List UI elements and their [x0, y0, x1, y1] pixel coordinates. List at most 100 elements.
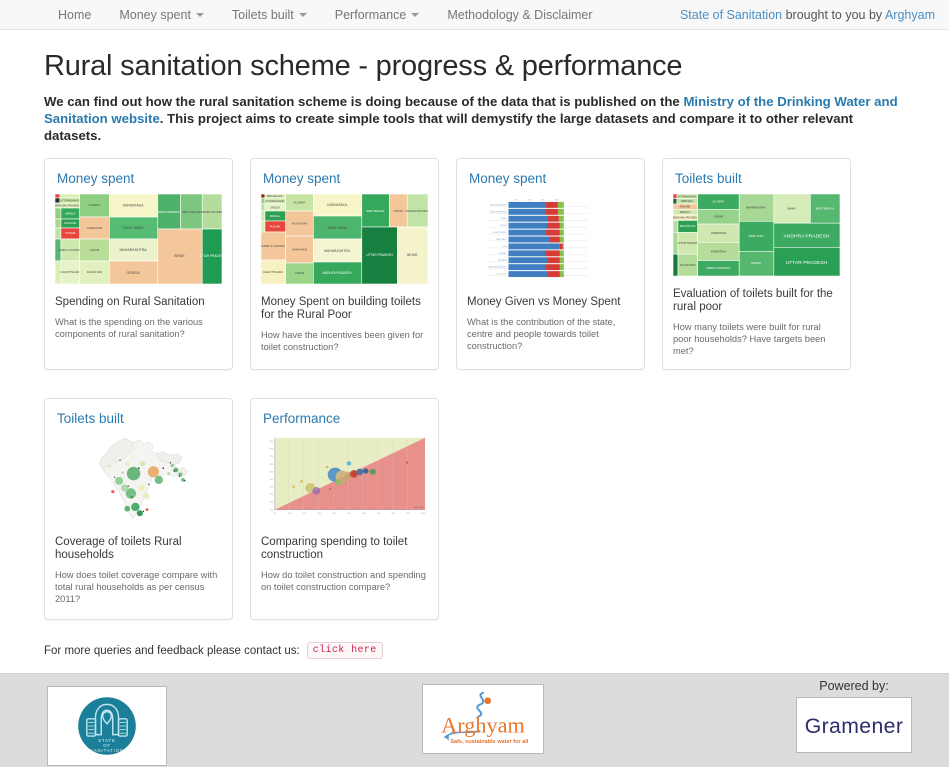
svg-text:ASSAM: ASSAM [295, 271, 304, 275]
svg-text:60%: 60% [541, 199, 545, 201]
card-spending-on-rural-sanitation[interactable]: Money spent UTTARAKHAND HIMACHAL PRADESH… [44, 158, 233, 370]
svg-text:GUJARAT: GUJARAT [89, 203, 101, 207]
svg-text:HARYANA: HARYANA [64, 221, 76, 225]
svg-text:MAHARASHTRA: MAHARASHTRA [324, 249, 350, 253]
logo-arghyam[interactable]: Arghyam Safe, sustainable water for all [422, 684, 544, 754]
svg-text:CHHATTISGARH: CHHATTISGARH [263, 270, 283, 274]
nav-item-money-spent-label: Money spent [119, 7, 191, 22]
card-grid: Money spent UTTARAKHAND HIMACHAL PRADESH… [44, 158, 905, 620]
intro-text-part2: . This project aims to create simple too… [44, 111, 854, 143]
card-money-spent-building-toilets[interactable]: Money spent MEGHALAYA UTTARAKHAND ORISSA… [250, 158, 439, 370]
svg-text:BIHAR: BIHAR [501, 217, 507, 220]
svg-text:MAHARASHTRA: MAHARASHTRA [119, 248, 147, 252]
svg-text:WEST BENGAL: WEST BENGAL [366, 209, 385, 213]
card-category-label: Money spent [57, 171, 135, 186]
svg-text:90%: 90% [406, 513, 410, 515]
svg-text:TAMIL NADU: TAMIL NADU [748, 235, 763, 238]
nav-item-money-spent[interactable]: Money spent [105, 0, 218, 30]
nav-item-home[interactable]: Home [44, 0, 105, 30]
svg-text:60%: 60% [270, 464, 274, 466]
card-coverage-toilets-rural-households[interactable]: Toilets built Coverage of toilets Rural … [44, 398, 233, 620]
svg-text:MEGHALAYA: MEGHALAYA [267, 194, 283, 198]
svg-text:KARNATAKA: KARNATAKA [711, 250, 727, 253]
svg-text:UTTARAKHAND: UTTARAKHAND [677, 195, 696, 198]
card-evaluation-toilets-built[interactable]: Toilets built UTTARAKHAND HARYANA PUNJAB… [662, 158, 851, 370]
svg-text:BIHAR: BIHAR [174, 254, 185, 258]
page-footer: STATE OF SANITATION Arghyam Safe, sustai… [0, 673, 949, 767]
svg-text:HIMACHAL PRADESH: HIMACHAL PRADESH [673, 217, 698, 220]
arghyam-wordmark: Arghyam [441, 713, 525, 738]
svg-text:80%: 80% [392, 513, 396, 515]
svg-text:30%: 30% [270, 487, 274, 489]
svg-text:KERALA: KERALA [65, 211, 75, 215]
svg-text:WEST BENGAL: WEST BENGAL [182, 210, 201, 214]
svg-text:KERALA: KERALA [680, 211, 690, 214]
link-state-of-sanitation[interactable]: State of Sanitation [680, 8, 782, 22]
nav-item-methodology[interactable]: Methodology & Disclaimer [433, 0, 606, 30]
nav-item-toilets-built[interactable]: Toilets built [218, 0, 321, 30]
treemap-svg: UTTARAKHAND HIMACHAL PRADESH KERALA HARY… [55, 194, 222, 284]
svg-text:TAMIL NADU: TAMIL NADU [327, 226, 347, 230]
thumbnail-india-map [55, 434, 222, 524]
gramener-wordmark: Gramener [805, 715, 904, 738]
contact-click-here-button[interactable]: click here [306, 642, 383, 659]
link-arghyam[interactable]: Arghyam [885, 8, 935, 22]
nav-item-home-label: Home [58, 7, 92, 22]
nav-item-performance[interactable]: Performance [321, 0, 434, 30]
thumbnail-treemap-spending: UTTARAKHAND HIMACHAL PRADESH KERALA HARY… [55, 194, 222, 284]
svg-text:ORISSA: ORISSA [394, 209, 404, 213]
page-title: Rural sanitation scheme - progress & per… [44, 50, 683, 82]
svg-text:40%: 40% [332, 513, 336, 515]
svg-text:80%: 80% [555, 199, 559, 201]
svg-text:ANDHRA PRADESH: ANDHRA PRADESH [200, 210, 222, 214]
card-title: Evaluation of toilets built for the rura… [673, 288, 833, 313]
svg-text:70%: 70% [377, 513, 381, 515]
stacked-bar-svg: 20% 40% 60% 80% ANDHRA PRADESH MADHYA PR… [488, 199, 588, 278]
svg-text:ANDHRA PRADESH: ANDHRA PRADESH [783, 234, 829, 240]
scatter-svg: 0% 10% 20% 30% 40% 50% 60% 70% 80% 90% 100% 0% 1… [270, 437, 426, 515]
chevron-down-icon [298, 12, 307, 17]
svg-text:MAHARASHTRA: MAHARASHTRA [746, 207, 766, 210]
svg-text:JAMMU & KASHMIR: JAMMU & KASHMIR [58, 248, 82, 252]
svg-text:CHHATTISGARH: CHHATTISGARH [493, 231, 508, 234]
logo-line-1: STATE [98, 738, 116, 743]
svg-text:90%: 90% [270, 441, 274, 443]
card-category-label: Performance [263, 411, 341, 426]
card-money-given-vs-spent[interactable]: Money spent 20% 40% 60% 80% ANDHRA PRADE… [456, 158, 645, 370]
nav-item-toilets-built-label: Toilets built [231, 7, 294, 22]
card-description: How do toilet construction and spending … [261, 570, 426, 592]
svg-text:10%: 10% [288, 513, 292, 515]
svg-text:HIMACHAL PRADESH: HIMACHAL PRADESH [488, 266, 507, 269]
svg-text:0%: 0% [273, 513, 276, 515]
nav-item-performance-label: Performance [334, 7, 407, 22]
contact-text: For more queries and feedback please con… [44, 644, 300, 657]
powered-by-label: Powered by: [819, 679, 889, 693]
svg-text:20%: 20% [303, 513, 307, 515]
chevron-down-icon [411, 12, 420, 17]
logo-state-of-sanitation[interactable]: STATE OF SANITATION [47, 686, 167, 766]
svg-text:ANDHRA PRADESH: ANDHRA PRADESH [490, 203, 507, 206]
svg-text:MEGHALAYA: MEGHALAYA [680, 225, 696, 228]
svg-text:RAJASTHAN: RAJASTHAN [680, 264, 695, 267]
card-category-label: Toilets built [675, 171, 742, 186]
state-of-sanitation-icon: STATE OF SANITATION [78, 697, 136, 755]
svg-text:10%: 10% [270, 502, 274, 504]
gramener-logo-icon: Gramener [805, 715, 904, 738]
svg-text:MADHYA PRADESH: MADHYA PRADESH [322, 271, 352, 275]
svg-text:KARNATAKA: KARNATAKA [327, 203, 347, 207]
svg-text:HARYANA: HARYANA [498, 259, 507, 262]
card-title: Money Given vs Money Spent [467, 296, 621, 308]
svg-text:KERALA: KERALA [270, 214, 280, 218]
card-comparing-spending-to-construction[interactable]: Performance 0% 10% 20% 30% 40% 50% 60% 7… [250, 398, 439, 620]
contact-row: For more queries and feedback please con… [44, 642, 905, 673]
svg-text:BIHAR: BIHAR [788, 208, 796, 211]
svg-text:CHHATTISGARH: CHHATTISGARH [678, 242, 698, 245]
thumbnail-scatter-performance: 0% 10% 20% 30% 40% 50% 60% 70% 80% 90% 100% 0% 1… [261, 434, 428, 524]
svg-text:100%: 100% [421, 513, 426, 515]
logo-gramener[interactable]: Gramener [796, 697, 912, 753]
svg-text:80%: 80% [270, 449, 274, 451]
svg-text:ANDHRA PRADESH: ANDHRA PRADESH [405, 209, 428, 213]
svg-text:50%: 50% [347, 513, 351, 515]
chevron-down-icon [195, 12, 204, 17]
svg-text:ORISSA: ORISSA [126, 271, 140, 275]
